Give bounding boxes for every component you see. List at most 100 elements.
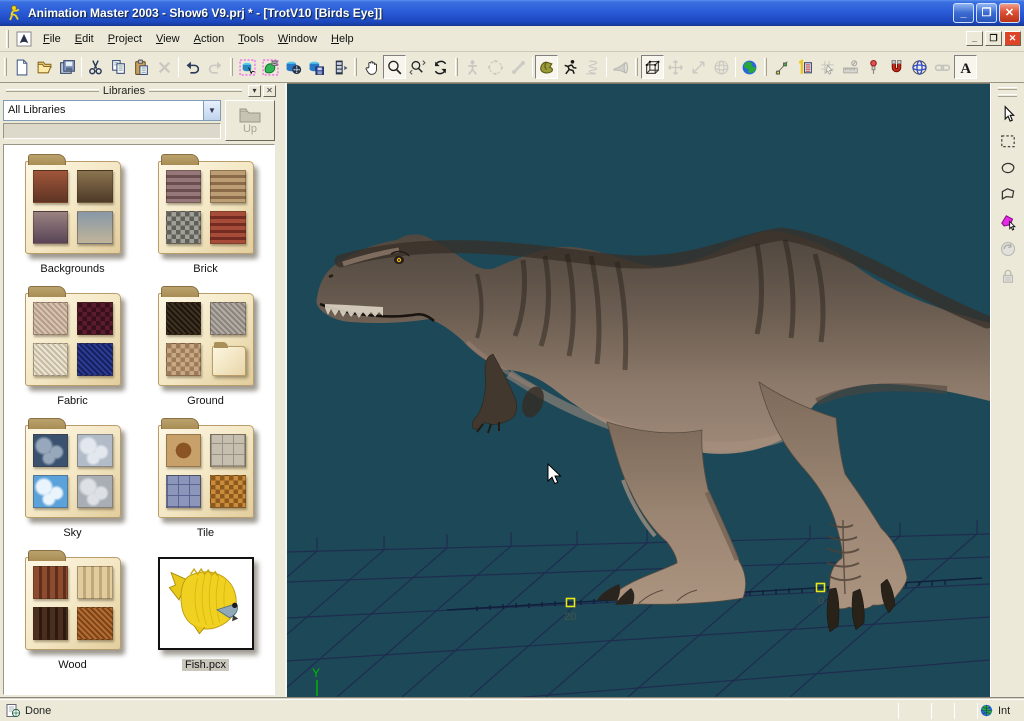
sound-button[interactable] [609, 55, 632, 79]
status-message: Done [25, 705, 51, 717]
menu-view[interactable]: View [149, 30, 187, 48]
save-all-button[interactable] [56, 55, 79, 79]
animate-mode-button[interactable] [558, 55, 581, 79]
menu-tools[interactable]: Tools [231, 30, 271, 48]
font-button[interactable]: A [954, 55, 977, 79]
panel-divider[interactable] [278, 83, 287, 697]
open-button[interactable] [33, 55, 56, 79]
page-icon [5, 703, 21, 719]
menu-help[interactable]: Help [324, 30, 361, 48]
chevron-down-icon[interactable]: ▼ [203, 101, 220, 120]
undo-button[interactable] [181, 55, 204, 79]
paste-button[interactable] [130, 55, 153, 79]
menubar-gripper[interactable] [6, 30, 9, 48]
mdi-close-button[interactable]: ✕ [1004, 31, 1021, 46]
rotoscope-button[interactable] [908, 55, 931, 79]
up-button[interactable]: Up [225, 100, 275, 141]
texture-thumbnail [33, 607, 69, 640]
toolbar-gripper[interactable] [455, 58, 458, 76]
library-item-ground[interactable]: Ground [139, 285, 272, 417]
snap-grid-button[interactable] [816, 55, 839, 79]
library-filter-dropdown[interactable]: All Libraries ▼ [3, 100, 221, 121]
tool-palette [990, 83, 1024, 697]
viewport-canvas[interactable]: 20 0 Y [287, 84, 990, 697]
select-arrow-button[interactable] [995, 101, 1021, 127]
keyframe-button[interactable] [793, 55, 816, 79]
zoom-fit-button[interactable] [406, 55, 429, 79]
bound-box-button[interactable] [641, 55, 664, 79]
close-button[interactable]: ✕ [999, 3, 1020, 23]
cut-button[interactable] [84, 55, 107, 79]
keyframe-label: 20 [564, 611, 576, 623]
rotate-manip-icon [713, 59, 730, 76]
toolbar-gripper[interactable] [4, 58, 7, 76]
bone-button[interactable] [507, 55, 530, 79]
menu-file[interactable]: File [36, 30, 68, 48]
dynamics-button[interactable] [581, 55, 604, 79]
muscle-mode-button[interactable] [535, 55, 558, 79]
menu-window[interactable]: Window [271, 30, 324, 48]
menu-action[interactable]: Action [187, 30, 232, 48]
render-to-film-button[interactable] [282, 55, 305, 79]
library-item-backgrounds[interactable]: Backgrounds [6, 153, 139, 285]
rect-select-button[interactable] [995, 128, 1021, 154]
pan-button[interactable] [360, 55, 383, 79]
lasso-select-button[interactable] [995, 155, 1021, 181]
render-lock-button[interactable] [259, 55, 282, 79]
library-item-sky[interactable]: Sky [6, 417, 139, 549]
toolbar-separator [532, 57, 533, 77]
texture-thumbnail [33, 343, 69, 376]
restore-button[interactable]: ❐ [976, 3, 997, 23]
document-icon[interactable] [16, 31, 32, 47]
render-mode-icon [239, 59, 256, 76]
delete-button[interactable] [153, 55, 176, 79]
menu-edit[interactable]: Edit [68, 30, 101, 48]
toolbar-gripper[interactable] [354, 58, 357, 76]
library-item-tile[interactable]: Tile [139, 417, 272, 549]
polygon-select-button[interactable] [995, 182, 1021, 208]
library-item-wood[interactable]: Wood [6, 549, 139, 681]
zoom-button[interactable] [383, 55, 406, 79]
library-item-brick[interactable]: Brick [139, 153, 272, 285]
scale-manip-button[interactable] [687, 55, 710, 79]
toolbar-gripper[interactable] [635, 58, 638, 76]
ruler-button[interactable] [839, 55, 862, 79]
library-item-fish-pcx[interactable]: Fish.pcx [139, 549, 272, 681]
skeletal-mode-button[interactable] [461, 55, 484, 79]
play-animation-button[interactable] [328, 55, 351, 79]
svg-text:A: A [960, 60, 971, 75]
library-item-fabric[interactable]: Fabric [6, 285, 139, 417]
menu-project[interactable]: Project [101, 30, 149, 48]
copy-button[interactable] [107, 55, 130, 79]
redo-button[interactable] [204, 55, 227, 79]
panel-close-button[interactable]: ✕ [263, 85, 276, 97]
pin-button[interactable] [862, 55, 885, 79]
minimize-button[interactable]: _ [953, 3, 974, 23]
turn-button[interactable] [429, 55, 452, 79]
panel-collapse-button[interactable]: ▾ [248, 85, 261, 97]
status-pane [956, 702, 976, 720]
keyframe-icon [796, 59, 813, 76]
link-button[interactable] [931, 55, 954, 79]
toolbar-gripper[interactable] [764, 58, 767, 76]
palette-gripper[interactable] [998, 87, 1017, 90]
mdi-minimize-button[interactable]: _ [966, 31, 983, 46]
spline-button[interactable] [770, 55, 793, 79]
image-thumbnail [158, 557, 254, 650]
render-mode-button[interactable] [236, 55, 259, 79]
rotoscope-icon [911, 59, 928, 76]
world-button[interactable] [738, 55, 761, 79]
rotate-manip-button[interactable] [710, 55, 733, 79]
snap-magnet-button[interactable] [885, 55, 908, 79]
folder-icon [25, 161, 121, 254]
rotate-tool-button[interactable] [995, 236, 1021, 262]
modeling-mode-button[interactable] [484, 55, 507, 79]
save-animation-button[interactable] [305, 55, 328, 79]
patch-select-button[interactable] [995, 209, 1021, 235]
mdi-restore-button[interactable]: ❐ [985, 31, 1002, 46]
translate-manip-button[interactable] [664, 55, 687, 79]
toolbar-gripper[interactable] [230, 58, 233, 76]
new-button[interactable] [10, 55, 33, 79]
lock-tool-button[interactable] [995, 263, 1021, 289]
window-title: Animation Master 2003 - Show6 V9.prj * -… [28, 6, 953, 20]
